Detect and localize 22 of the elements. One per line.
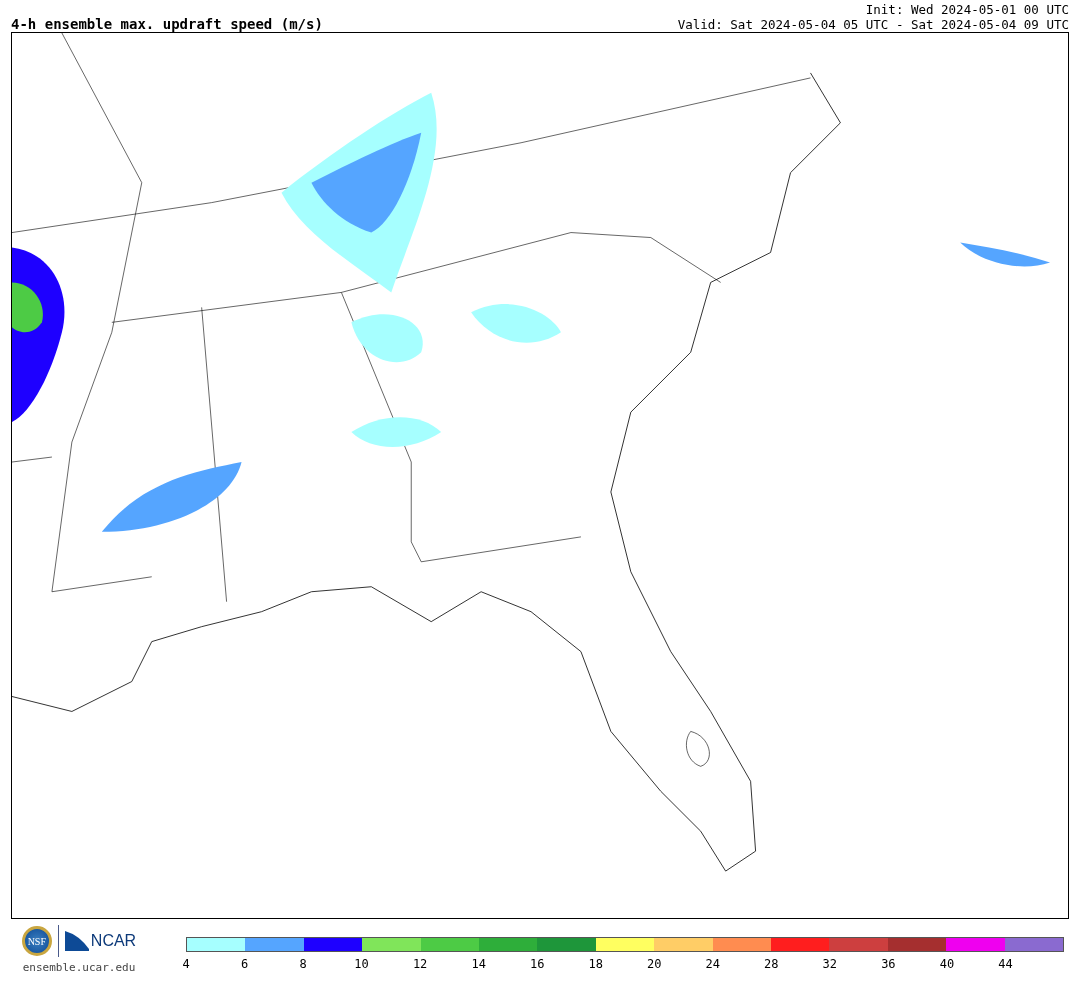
tick-label: 10 <box>354 957 369 971</box>
website-url: ensemble.ucar.edu <box>22 961 136 974</box>
tick-label: 20 <box>647 957 662 971</box>
tick-label: 28 <box>764 957 779 971</box>
tick-label: 24 <box>705 957 720 971</box>
tick-label: 40 <box>939 957 955 971</box>
tick-label: 44 <box>998 957 1013 971</box>
nsf-logo: NSF <box>21 926 52 956</box>
tick-label: 32 <box>822 957 838 971</box>
tick-label: 36 <box>881 957 896 971</box>
init-time: Init: Wed 2024-05-01 00 UTC <box>865 2 1069 17</box>
tick-label: 16 <box>529 957 545 971</box>
tick-label: 8 <box>299 957 307 971</box>
valid-time: Valid: Sat 2024-05-04 05 UTC - Sat 2024-05-04 09 UTC <box>677 17 1069 32</box>
tick-label: 6 <box>240 957 249 971</box>
ncar-logo: NCAR <box>90 932 137 950</box>
tick-label: 18 <box>588 957 603 971</box>
swoosh-icon <box>64 931 89 951</box>
chart-title: 4-h ensemble max. updraft speed (m/s) <box>11 16 323 32</box>
tick-label: 12 <box>412 957 428 971</box>
tick-label: 14 <box>471 957 486 971</box>
tick-label: 4 <box>182 957 190 971</box>
